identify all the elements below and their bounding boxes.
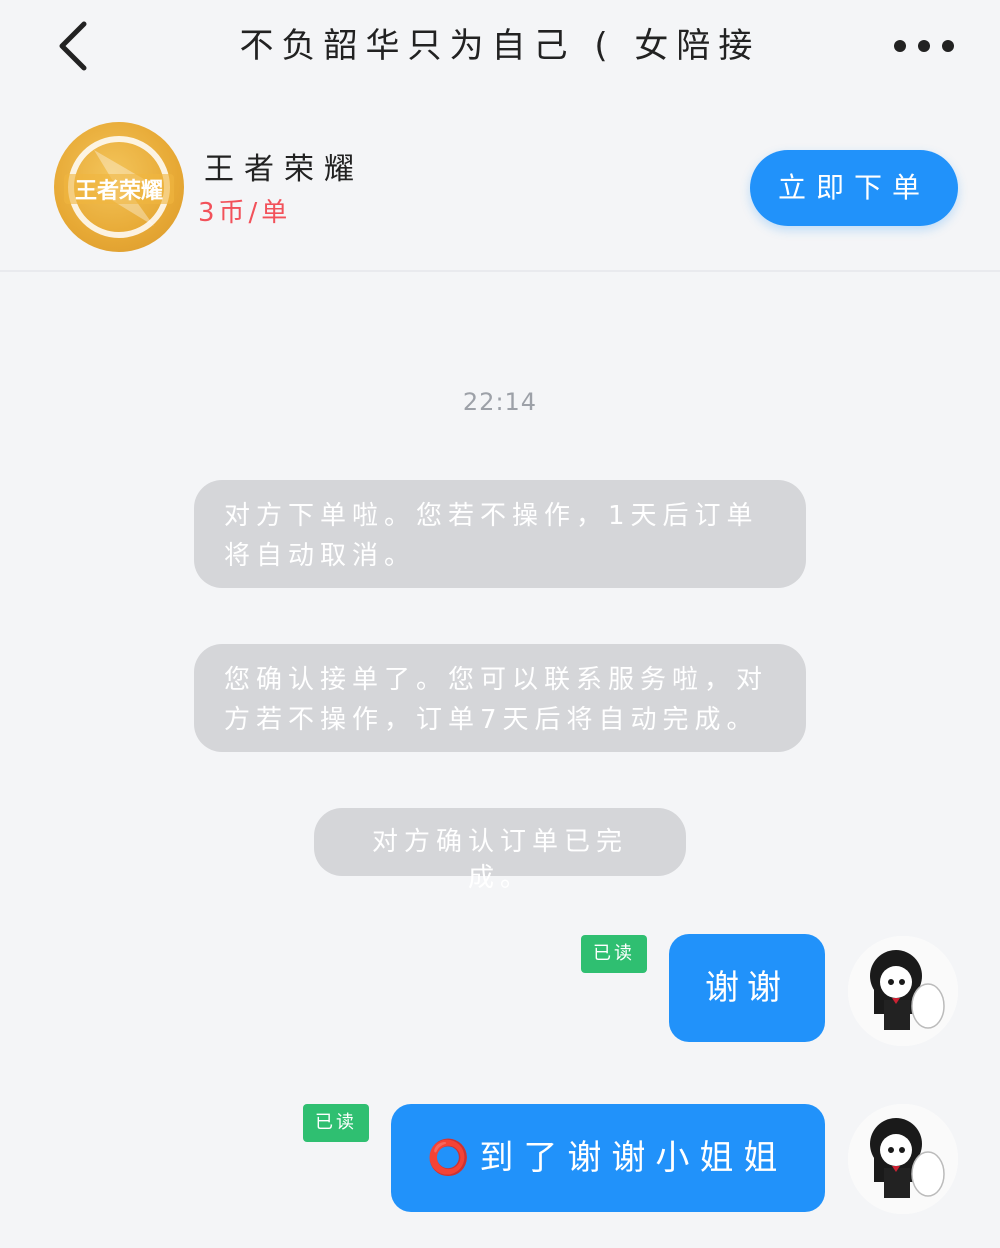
message-text: 谢谢 [705,968,789,1008]
game-name: 王者荣耀 [204,152,364,187]
message-bubble[interactable]: 谢谢 [669,934,825,1042]
user-avatar[interactable] [848,1104,958,1214]
read-badge: 已读 [581,935,647,973]
avatar-image [848,936,958,1046]
order-now-button[interactable]: 立即下单 [750,150,958,226]
user-avatar[interactable] [848,936,958,1046]
avatar-image [848,1104,958,1214]
service-header: 王者荣耀 王者荣耀 3币/单 立即下单 [0,100,1000,272]
back-button[interactable] [52,18,100,74]
more-dots-icon [894,40,954,52]
message-text: 到了谢谢小姐姐 [479,1138,788,1178]
system-message: 对方确认订单已完成。 [314,808,686,893]
game-logo[interactable]: 王者荣耀 [54,122,184,252]
page-title: 不负韶华只为自己 ( 女陪接 [239,26,761,66]
system-message: 对方下单啦。您若不操作，1天后订单将自动取消。 [194,480,806,588]
system-message: 您确认接单了。您可以联系服务啦，对方若不操作，订单7天后将自动完成。 [194,644,806,752]
read-badge: 已读 [303,1104,369,1142]
chevron-left-icon [59,21,87,71]
red-circle-emoji: ⭕ [427,1138,480,1178]
top-bar: 不负韶华只为自己 ( 女陪接 [0,0,1000,92]
logo-text: 王者荣耀 [75,178,163,204]
message-bubble[interactable]: ⭕到了谢谢小姐姐 [391,1104,825,1212]
chat-timestamp: 22:14 [462,388,538,416]
more-button[interactable] [892,30,956,62]
game-price: 3币/单 [198,198,292,228]
game-emblem-icon: 王者荣耀 [64,136,174,238]
